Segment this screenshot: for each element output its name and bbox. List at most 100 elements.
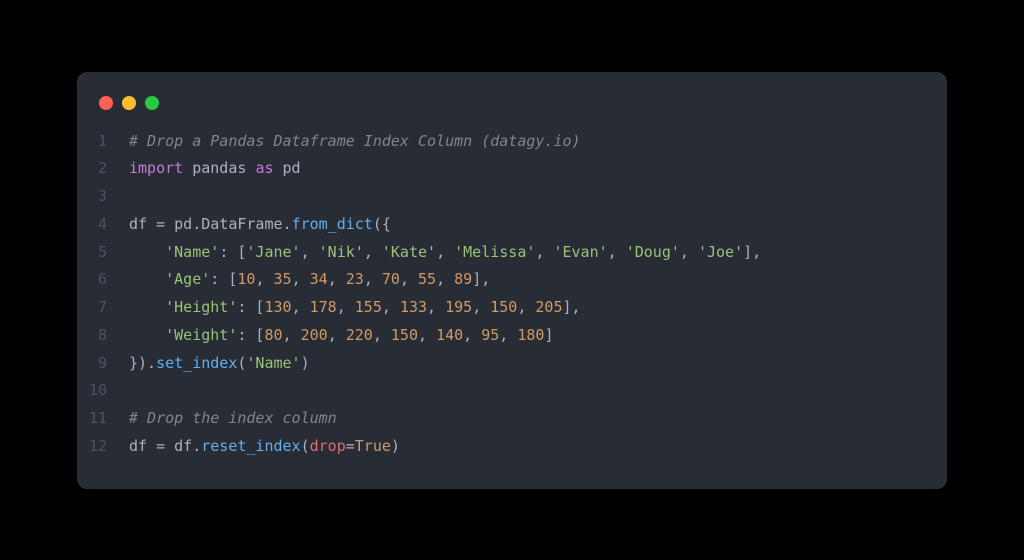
code-token — [129, 270, 165, 288]
code-token: , — [292, 270, 310, 288]
code-token: 'Weight' — [165, 326, 237, 344]
code-token: , — [328, 270, 346, 288]
maximize-icon[interactable] — [145, 96, 159, 110]
code-content: df = df.reset_index(drop=True) — [129, 433, 400, 461]
code-token: set_index — [156, 354, 237, 372]
code-token: = — [346, 437, 355, 455]
code-token: }). — [129, 354, 156, 372]
code-token: 35 — [274, 270, 292, 288]
code-token: , — [337, 298, 355, 316]
code-token: , — [364, 270, 382, 288]
code-token: ) — [301, 354, 310, 372]
line-number: 4 — [77, 211, 129, 239]
code-token: 80 — [264, 326, 282, 344]
code-token: 195 — [445, 298, 472, 316]
code-line: 9}).set_index('Name') — [77, 350, 947, 378]
code-token: 133 — [400, 298, 427, 316]
code-token: , — [680, 243, 698, 261]
code-content: # Drop a Pandas Dataframe Index Column (… — [129, 128, 581, 156]
code-token: df — [174, 437, 192, 455]
code-token: 'Age' — [165, 270, 210, 288]
code-token: pd — [274, 159, 301, 177]
code-token: 'Nik' — [319, 243, 364, 261]
code-token: , — [427, 298, 445, 316]
close-icon[interactable] — [99, 96, 113, 110]
minimize-icon[interactable] — [122, 96, 136, 110]
line-number: 9 — [77, 350, 129, 378]
code-token: 'Evan' — [553, 243, 607, 261]
code-line: 12df = df.reset_index(drop=True) — [77, 433, 947, 461]
code-content: df = pd.DataFrame.from_dict({ — [129, 211, 391, 239]
code-token: pd — [174, 215, 192, 233]
code-token: 155 — [355, 298, 382, 316]
line-number: 10 — [77, 377, 129, 405]
code-token: 140 — [436, 326, 463, 344]
code-token: : [ — [219, 243, 246, 261]
code-token: 178 — [310, 298, 337, 316]
code-token: ], — [743, 243, 761, 261]
code-token — [129, 326, 165, 344]
code-token: , — [364, 243, 382, 261]
code-token: , — [301, 243, 319, 261]
line-number: 6 — [77, 266, 129, 294]
code-token: , — [463, 326, 481, 344]
code-token: 70 — [382, 270, 400, 288]
code-token: # Drop a Pandas Dataframe Index Column (… — [129, 132, 581, 150]
line-number: 5 — [77, 239, 129, 267]
titlebar — [77, 92, 947, 128]
code-line: 11# Drop the index column — [77, 405, 947, 433]
code-token: 205 — [535, 298, 562, 316]
code-token: 150 — [490, 298, 517, 316]
code-area[interactable]: 1# Drop a Pandas Dataframe Index Column … — [77, 128, 947, 461]
code-token: , — [328, 326, 346, 344]
code-token: True — [355, 437, 391, 455]
code-token: ], — [472, 270, 490, 288]
code-token: pandas — [183, 159, 255, 177]
line-number: 11 — [77, 405, 129, 433]
code-token: 23 — [346, 270, 364, 288]
code-token: 'Name' — [246, 354, 300, 372]
code-token: df — [129, 215, 156, 233]
code-content: 'Weight': [80, 200, 220, 150, 140, 95, 1… — [129, 322, 553, 350]
line-number: 3 — [77, 183, 129, 211]
code-token — [129, 298, 165, 316]
code-token: , — [255, 270, 273, 288]
code-token: ({ — [373, 215, 391, 233]
code-token: df — [129, 437, 156, 455]
code-line: 10 — [77, 377, 947, 405]
code-content: 'Age': [10, 35, 34, 23, 70, 55, 89], — [129, 266, 490, 294]
code-token: : [ — [210, 270, 237, 288]
code-token: ( — [301, 437, 310, 455]
code-token: , — [436, 270, 454, 288]
code-token: reset_index — [201, 437, 300, 455]
line-number: 8 — [77, 322, 129, 350]
code-line: 3 — [77, 183, 947, 211]
line-number: 1 — [77, 128, 129, 156]
code-token: , — [517, 298, 535, 316]
code-token: , — [382, 298, 400, 316]
line-number: 2 — [77, 155, 129, 183]
code-token — [129, 243, 165, 261]
code-token: , — [292, 298, 310, 316]
code-line: 2import pandas as pd — [77, 155, 947, 183]
code-token: , — [436, 243, 454, 261]
code-line: 8 'Weight': [80, 200, 220, 150, 140, 95,… — [77, 322, 947, 350]
code-token: import — [129, 159, 183, 177]
code-content: # Drop the index column — [129, 405, 337, 433]
code-token: , — [400, 270, 418, 288]
code-token: . — [192, 215, 201, 233]
code-token: as — [255, 159, 273, 177]
code-token: , — [283, 326, 301, 344]
code-token: ], — [563, 298, 581, 316]
code-token: 'Joe' — [698, 243, 743, 261]
code-token: 'Height' — [165, 298, 237, 316]
code-token: 34 — [310, 270, 328, 288]
line-number: 12 — [77, 433, 129, 461]
code-token: , — [373, 326, 391, 344]
code-token: 'Name' — [165, 243, 219, 261]
code-token: from_dict — [292, 215, 373, 233]
code-line: 5 'Name': ['Jane', 'Nik', 'Kate', 'Melis… — [77, 239, 947, 267]
code-token: 150 — [391, 326, 418, 344]
code-token: 'Jane' — [246, 243, 300, 261]
code-line: 6 'Age': [10, 35, 34, 23, 70, 55, 89], — [77, 266, 947, 294]
